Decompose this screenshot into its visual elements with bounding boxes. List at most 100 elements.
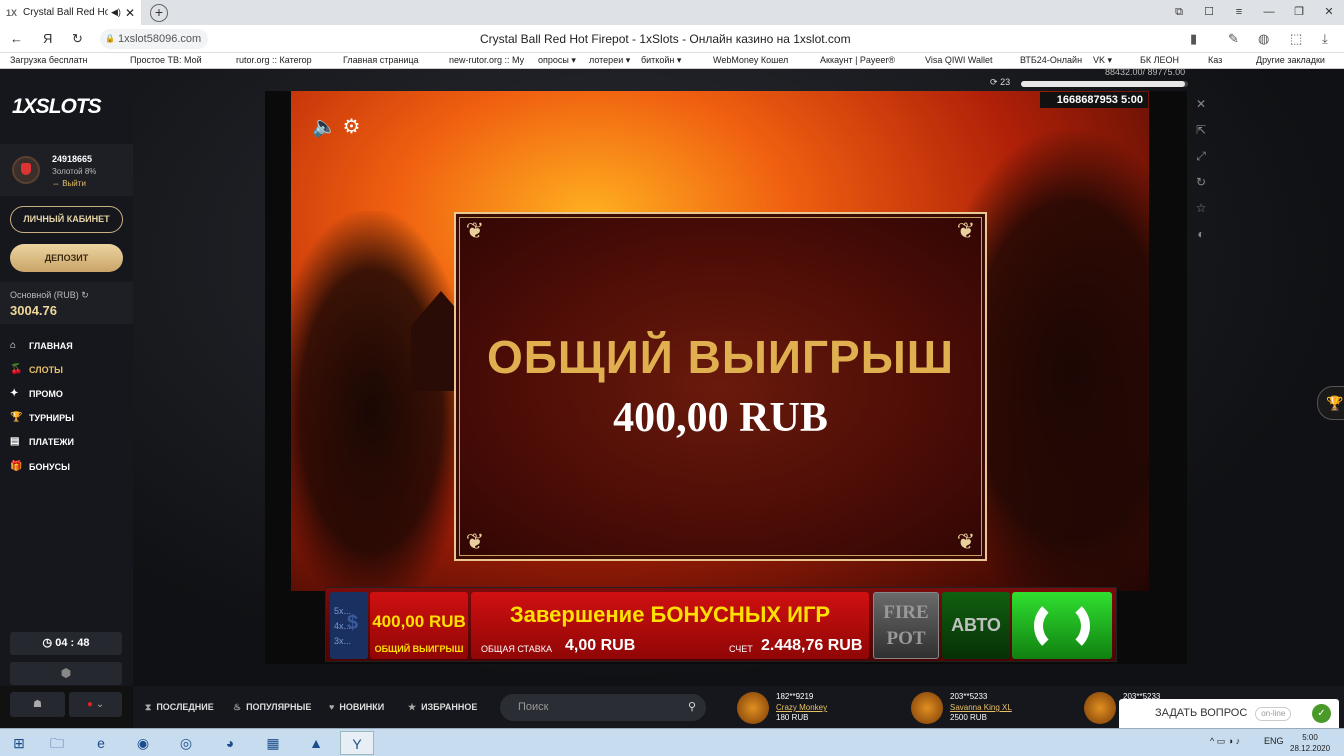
nav-home[interactable]: ⌂ ГЛАВНАЯ <box>10 340 73 351</box>
paytable-button[interactable]: 5x... 4x... 3x... $ <box>330 592 368 659</box>
bookmark-item[interactable]: new-rutor.org :: Му <box>449 55 524 65</box>
firefox-icon[interactable]: ◉ <box>126 731 160 755</box>
toggle-icon[interactable]: ◐ <box>1190 221 1212 247</box>
bookmark-item[interactable]: лотереи ▾ <box>589 55 630 66</box>
site-logo[interactable]: 1XSLOTS <box>12 95 102 119</box>
firepot-button[interactable]: FIRE POT <box>873 592 939 659</box>
nox-icon[interactable]: ◎ <box>169 731 203 755</box>
trophy-icon: 🏆 <box>1326 395 1344 411</box>
bookmark-item[interactable]: Visa QIWI Wallet <box>925 55 993 65</box>
browser-tab[interactable]: 1X Crystal Ball Red Hot ◀) ✕ <box>0 0 141 25</box>
fullscreen-icon[interactable]: ⤢ <box>1190 143 1212 169</box>
file-explorer-icon[interactable]: 🗀 <box>40 731 74 755</box>
system-clock[interactable]: 5:00 28.12.2020 <box>1290 732 1330 754</box>
bookmarks-icon[interactable]: ⧉ <box>1164 0 1194 25</box>
chrome-icon[interactable]: ◕ <box>213 731 247 755</box>
deposit-button[interactable]: ДЕПОЗИТ <box>10 244 123 272</box>
bookmark-item[interactable]: ВТБ24-Онлайн <box>1020 55 1082 65</box>
refresh-icon[interactable]: ↻ <box>81 290 89 300</box>
tournament-trophy-button[interactable]: 🏆 <box>1317 386 1344 420</box>
nav-payments[interactable]: ▤ ПЛАТЕЖИ <box>10 436 74 447</box>
cherry-icon: 🍒 <box>10 364 23 375</box>
sound-icon[interactable]: 🔈 <box>312 116 337 138</box>
bookmark-item[interactable]: Другие закладки <box>1256 55 1325 65</box>
page-title: Crystal Ball Red Hot Firepot - 1xSlots -… <box>480 32 851 46</box>
bookmark-item[interactable]: Каз <box>1208 55 1222 65</box>
bookmark-item[interactable]: rutor.org :: Категор <box>236 55 312 65</box>
extension-icon[interactable]: ⬚ <box>1290 31 1302 47</box>
language-indicator[interactable]: ENG <box>1264 736 1284 746</box>
bookmark-icon[interactable]: ▮ <box>1190 31 1197 47</box>
yandex-icon[interactable]: Я <box>43 31 52 46</box>
close-window-icon[interactable]: ✕ <box>1314 0 1344 25</box>
chat-icon: ✓ <box>1312 704 1331 723</box>
spin-button[interactable] <box>1012 592 1112 659</box>
search-icon[interactable]: ⚲ <box>688 694 696 721</box>
search-input[interactable]: Поиск ⚲ <box>500 694 706 721</box>
online-status: on-line <box>1255 707 1292 721</box>
bookmark-item[interactable]: VK ▾ <box>1093 55 1112 66</box>
bookmark-item[interactable]: WebMoney Кошел <box>713 55 788 65</box>
ie-icon[interactable]: e <box>84 731 118 755</box>
window-controls: ⧉ ☐ ≡ — ❐ ✕ <box>1164 0 1344 25</box>
speaker-icon[interactable]: ◀) <box>111 7 121 18</box>
menu-icon[interactable]: ≡ <box>1224 0 1254 25</box>
ornament-icon: ❦ <box>956 218 976 243</box>
ornament-icon: ❦ <box>465 529 485 554</box>
back-icon[interactable]: ← <box>10 31 23 46</box>
logout-link[interactable]: ⇔ Выйти <box>52 179 86 188</box>
notifications-icon[interactable]: ☐ <box>1194 0 1224 25</box>
stake-label: ОБЩАЯ СТАВКА <box>481 644 552 654</box>
app-a-icon[interactable]: ▲ <box>299 731 333 755</box>
reload-game-icon[interactable]: ↻ <box>1190 169 1212 195</box>
cabinet-button[interactable]: ЛИЧНЫЙ КАБИНЕТ <box>10 206 123 233</box>
tab-new[interactable]: ♥ НОВИНКИ <box>329 702 384 712</box>
close-tab-icon[interactable]: ✕ <box>125 6 135 20</box>
nav-bonuses[interactable]: 🎁 БОНУСЫ <box>10 461 70 472</box>
bookmark-item[interactable]: Аккаунт | Payeer® <box>820 55 895 65</box>
game-control-bar: 5x... 4x... 3x... $ 400,00 RUB ОБЩИЙ ВЫИ… <box>325 587 1117 662</box>
account-button[interactable]: ☗ <box>10 692 65 717</box>
nav-tournaments[interactable]: 🏆 ТУРНИРЫ <box>10 412 74 423</box>
credit-value: 2.448,76 RUB <box>761 637 863 654</box>
tab-recent[interactable]: ⧗ ПОСЛЕДНИЕ <box>145 702 214 713</box>
excel-icon[interactable]: ▦ <box>256 731 290 755</box>
windows-start-icon[interactable]: ⊞ <box>2 731 36 755</box>
tab-popular[interactable]: ♨ ПОПУЛЯРНЫЕ <box>233 702 311 713</box>
nav-promo[interactable]: ✦ ПРОМО <box>10 388 63 399</box>
bookmark-item[interactable]: опросы ▾ <box>538 55 576 66</box>
yandex-browser-icon[interactable]: Y <box>340 731 374 755</box>
stake-value[interactable]: 4,00 RUB <box>565 637 635 655</box>
close-icon[interactable]: ✕ <box>1190 91 1212 117</box>
android-app-button[interactable]: ⬢ <box>10 662 122 685</box>
ask-question-button[interactable]: ЗАДАТЬ ВОПРОС on-line ✓ <box>1119 699 1339 728</box>
bookmark-item[interactable]: Загрузка бесплатн <box>10 55 87 65</box>
trophy-icon: 🏆 <box>10 412 23 423</box>
download-icon[interactable]: ⤓ <box>1322 31 1328 47</box>
bookmark-item[interactable]: биткойн ▾ <box>641 55 681 66</box>
os-taskbar: ⊞ 🗀 e ◉ ◎ ◕ ▦ ▲ Y ^ ▭ ◑ ♪ ENG 5:00 28.12.… <box>0 728 1344 756</box>
bookmark-item[interactable]: Простое ТВ: Мой <box>130 55 202 65</box>
autoplay-button[interactable]: АВТО <box>942 592 1010 659</box>
balance-panel: Основной (RUB) ↻ 3004.76 <box>0 282 133 324</box>
tray-icons[interactable]: ^ ▭ ◑ ♪ <box>1210 736 1240 747</box>
restore-icon[interactable]: ❐ <box>1284 0 1314 25</box>
pen-icon[interactable]: ✎ <box>1228 31 1239 47</box>
new-tab-button[interactable]: + <box>150 4 168 22</box>
bookmark-item[interactable]: Главная страница <box>343 55 419 65</box>
tab-favicon: 1X <box>6 7 18 18</box>
language-select[interactable]: ● ⌄ <box>69 692 122 717</box>
sidebar: 1XSLOTS 24918665 Золотой 8% ⇔ Выйти ЛИЧН… <box>0 69 133 717</box>
tab-favorites[interactable]: ★ ИЗБРАННОЕ <box>408 702 477 713</box>
progress-fill <box>1021 81 1186 87</box>
settings-icon[interactable]: ⚙ <box>342 116 360 138</box>
favorite-star-icon[interactable]: ☆ <box>1190 195 1212 221</box>
url-field[interactable]: 1xslot58096.com <box>100 29 208 49</box>
minimize-icon[interactable]: — <box>1254 0 1284 25</box>
nav-slots[interactable]: 🍒 СЛОТЫ <box>10 364 63 375</box>
share-icon[interactable]: ⇱ <box>1190 117 1212 143</box>
globe-icon[interactable]: ◍ <box>1258 31 1269 47</box>
reload-icon[interactable]: ↻ <box>72 31 83 47</box>
bookmark-item[interactable]: БК ЛЕОН <box>1140 55 1179 65</box>
balance-value: 3004.76 <box>10 303 57 318</box>
